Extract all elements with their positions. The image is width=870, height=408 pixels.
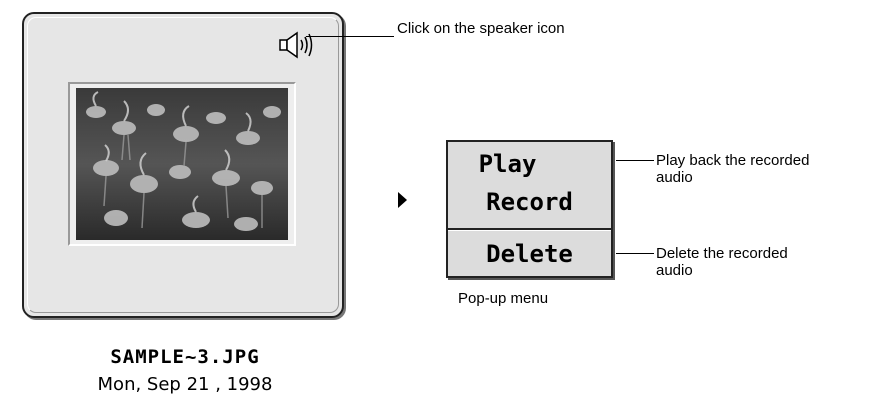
arrow-right-icon <box>398 192 407 208</box>
play-callout-line <box>616 160 654 161</box>
play-callout-line2: audio <box>656 169 693 186</box>
play-callout-line1: Play back the recorded <box>656 152 810 169</box>
menu-separator <box>448 228 611 231</box>
menu-item-play[interactable]: Play <box>426 150 589 178</box>
delete-callout-line <box>616 253 654 254</box>
speaker-callout: Click on the speaker icon <box>397 20 565 37</box>
menu-item-record[interactable]: Record <box>448 188 611 216</box>
flamingo-photo <box>76 88 288 240</box>
delete-callout: Delete the recorded audio <box>656 245 788 279</box>
thumbnail-filename: SAMPLE~3.JPG <box>110 346 260 368</box>
image-thumbnail-card[interactable] <box>22 12 344 318</box>
photo-frame <box>68 82 296 246</box>
speaker-icon[interactable] <box>277 30 323 60</box>
speaker-callout-line <box>306 36 394 37</box>
play-callout: Play back the recorded audio <box>656 152 809 186</box>
menu-item-delete[interactable]: Delete <box>448 240 611 268</box>
delete-callout-line2: audio <box>656 262 693 279</box>
popup-menu-caption: Pop-up menu <box>458 290 549 307</box>
popup-menu[interactable]: Play Record Delete <box>446 140 613 278</box>
delete-callout-line1: Delete the recorded <box>656 245 788 262</box>
thumbnail-date: Mon, Sep 21 , 1998 <box>97 374 273 395</box>
